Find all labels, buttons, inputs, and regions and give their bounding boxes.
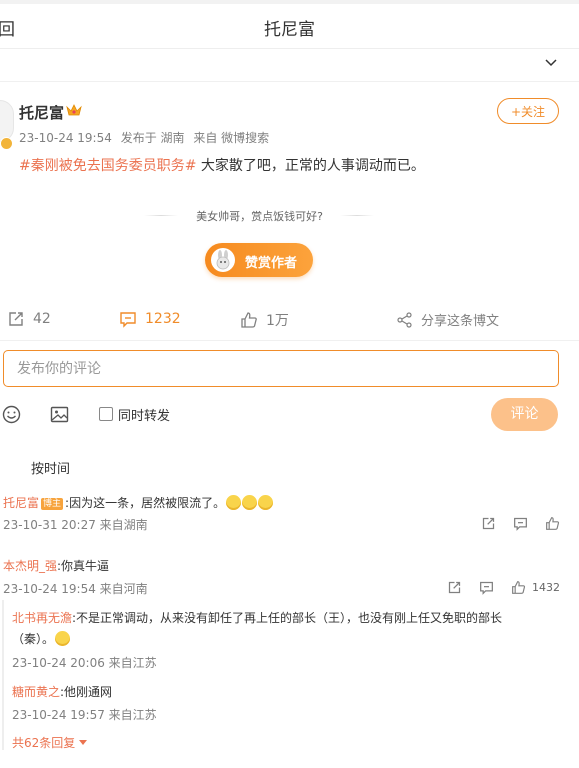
emoji-sticker-icon <box>258 495 274 510</box>
reply-1: 北书再无澹:不是正常调动，从来没有卸任了再上任的部长（王），也没有刚上任又免职的… <box>12 609 502 626</box>
post-actions: 42 1232 1万 分享这条博文 <box>0 300 579 341</box>
post-source: 来自 微博搜索 <box>193 131 270 145</box>
post-text: 大家散了吧，正常的人事调动而已。 <box>196 158 425 174</box>
comment-meta: 23-10-24 19:54 来自河南 <box>3 582 148 596</box>
repost-icon <box>9 312 23 326</box>
reward-button-label: 赞赏作者 <box>245 256 298 271</box>
share-icon <box>397 311 412 328</box>
emoji-sticker-icon <box>242 495 258 510</box>
image-icon[interactable] <box>50 405 69 424</box>
chevron-down-icon[interactable] <box>544 56 558 70</box>
reward-avatar-icon <box>211 248 235 272</box>
reply-meta: 23-10-24 19:57 来自江苏 <box>12 708 157 722</box>
post-time: 23-10-24 19:54 <box>19 131 112 145</box>
repost-icon[interactable] <box>481 516 496 531</box>
post-meta: 23-10-24 19:54 发布于 湖南 来自 微博搜索 <box>19 129 274 146</box>
post-content: #秦刚被免去国务委员职务# 大家散了吧，正常的人事调动而已。 <box>19 155 425 175</box>
reply-text: :不是正常调动，从来没有卸任了再上任的部长（王），也没有刚上任又免职的部长 <box>72 611 503 625</box>
reply-text: :他刚通网 <box>60 685 113 699</box>
caret-down-icon <box>79 740 88 745</box>
repost-count: 42 <box>33 311 51 327</box>
verified-badge-icon <box>0 137 13 150</box>
crown-icon <box>66 104 82 116</box>
comment-1: 托尼富 博主:因为这一条，居然被限流了。 <box>3 494 274 511</box>
comment-action[interactable]: 1232 <box>119 310 181 328</box>
share-label: 分享这条博文 <box>421 314 500 329</box>
like-icon[interactable] <box>545 516 560 531</box>
emoji-sticker-icon <box>226 495 242 510</box>
reply-meta: 23-10-24 20:06 来自江苏 <box>12 656 157 670</box>
like-icon[interactable] <box>511 580 526 595</box>
sort-by-time[interactable]: 按时间 <box>31 458 70 477</box>
emoji-sticker-icon <box>55 631 71 646</box>
repost-checkbox-label[interactable]: 同时转发 <box>118 405 170 424</box>
comment-like-count: 1432 <box>532 581 560 594</box>
reply-thread-line <box>2 600 4 750</box>
comment-icon[interactable] <box>513 516 528 531</box>
follow-button[interactable]: +关注 <box>497 98 559 124</box>
repost-action[interactable]: 42 <box>7 310 51 328</box>
reply-2: 糖而黄之:他刚通网 <box>12 683 112 700</box>
avatar[interactable] <box>0 100 14 142</box>
collapse-bar <box>0 49 579 82</box>
repost-icon[interactable] <box>447 580 462 595</box>
reply-1-line-2: （秦）。 <box>12 630 71 647</box>
like-count: 1万 <box>266 313 289 329</box>
reply-text-continued: （秦）。 <box>12 632 55 646</box>
comment-user[interactable]: 托尼富 <box>3 496 39 510</box>
comment-input-box[interactable] <box>3 350 559 387</box>
comment-text: :你真牛逼 <box>57 559 110 573</box>
comment-icon[interactable] <box>479 580 494 595</box>
like-icon <box>241 312 257 328</box>
like-action[interactable]: 1万 <box>240 310 289 330</box>
post-location: 发布于 湖南 <box>120 131 185 145</box>
reward-prompt: 美女帅哥，赏点饭钱可好? <box>196 210 323 223</box>
more-replies-link[interactable]: 共62条回复 <box>12 734 88 751</box>
comment-text: :因为这一条，居然被限流了。 <box>65 496 226 510</box>
submit-comment-button[interactable]: 评论 <box>491 398 558 431</box>
comment-user[interactable]: 本杰明_强 <box>3 559 57 573</box>
share-action[interactable]: 分享这条博文 <box>397 310 499 329</box>
comment-input[interactable] <box>15 351 539 386</box>
reply-user[interactable]: 北书再无澹 <box>12 611 72 625</box>
reward-author-button[interactable]: 赞赏作者 <box>205 243 313 277</box>
reply-user[interactable]: 糖而黄之 <box>12 685 60 699</box>
comment-2: 本杰明_强:你真牛逼 <box>3 557 109 574</box>
repost-checkbox[interactable] <box>99 407 113 421</box>
divider-right <box>340 215 374 216</box>
emoji-icon[interactable] <box>2 405 21 424</box>
page-header: 回 托尼富 <box>0 4 579 49</box>
comment-count: 1232 <box>145 311 181 327</box>
author-badge: 博主 <box>41 498 64 510</box>
comment-meta: 23-10-31 20:27 来自湖南 <box>3 518 148 532</box>
page-title: 托尼富 <box>264 20 315 40</box>
author-name[interactable]: 托尼富 <box>19 102 64 123</box>
comment-icon <box>120 312 136 328</box>
more-replies-label: 共62条回复 <box>12 736 76 750</box>
hashtag-link[interactable]: #秦刚被免去国务委员职务# <box>19 158 196 174</box>
